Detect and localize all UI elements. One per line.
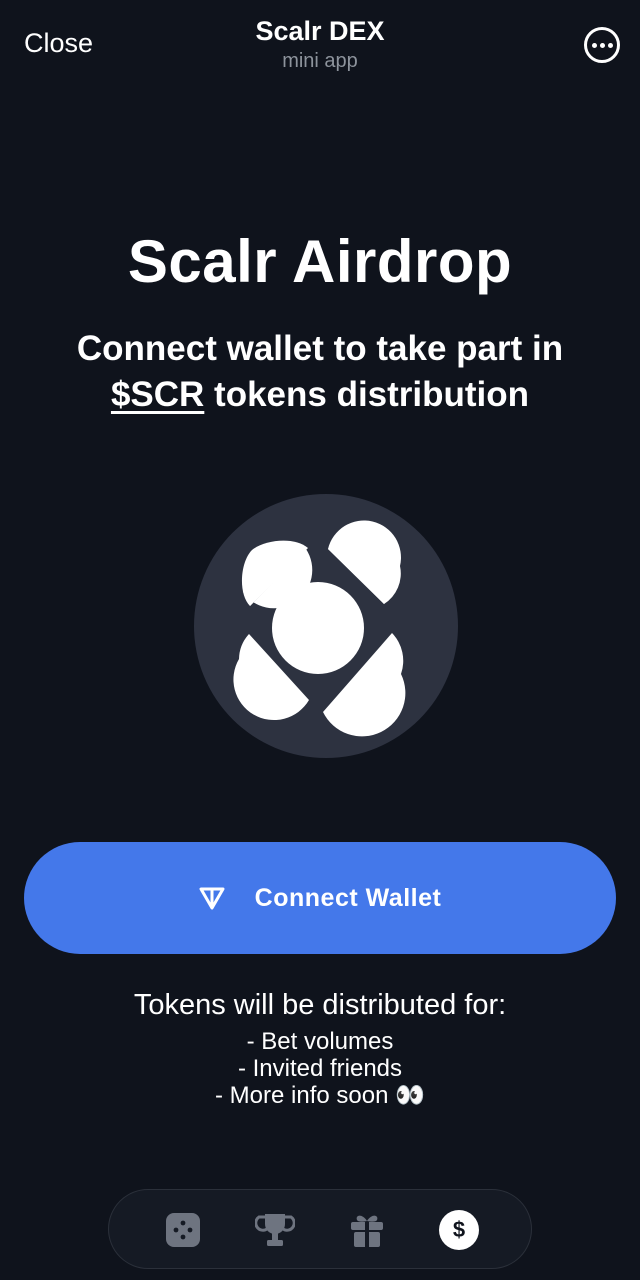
nav-item-rewards[interactable] [347, 1210, 387, 1250]
scalr-logo-icon [233, 520, 406, 737]
connect-wallet-button[interactable]: Connect Wallet [24, 842, 616, 954]
dice-icon [166, 1213, 200, 1247]
page-title: Scalr Airdrop [127, 228, 513, 295]
subtitle-line-1: Connect wallet to take part in [76, 329, 564, 368]
list-item: - Invited friends [237, 1055, 403, 1082]
subtitle-line-2: $SCR tokens distribution [20, 372, 620, 418]
app-subtitle: mini app [282, 50, 358, 72]
distribution-list: - Bet volumes - Invited friends - More i… [0, 1028, 640, 1109]
list-item: - More info soon 👀 [215, 1082, 425, 1109]
trophy-icon [255, 1214, 295, 1246]
scalr-logo [194, 494, 458, 758]
distribution-title: Tokens will be distributed for: [133, 989, 507, 1021]
airdrop-page: Close Scalr DEX mini app Scalr Airdrop C… [0, 0, 640, 1280]
token-ticker-link[interactable]: $SCR [111, 375, 204, 414]
page-subtitle: Connect wallet to take part in $SCR toke… [20, 326, 620, 418]
nav-item-airdrop[interactable]: $ [439, 1210, 479, 1250]
gift-icon [351, 1215, 383, 1247]
app-header: Close Scalr DEX mini app [0, 0, 640, 90]
nav-item-leaderboard[interactable] [255, 1210, 295, 1250]
nav-item-dice[interactable] [163, 1210, 203, 1250]
bottom-nav: $ [108, 1189, 532, 1269]
app-title: Scalr DEX [255, 16, 385, 46]
subtitle-line-2-text: tokens distribution [204, 375, 530, 414]
more-options-icon[interactable] [584, 27, 620, 63]
title-block: Scalr DEX mini app [0, 14, 640, 74]
ton-icon [199, 887, 225, 910]
connect-wallet-label: Connect Wallet [254, 883, 442, 912]
list-item: - Bet volumes [246, 1028, 394, 1055]
dollar-icon: $ [452, 1217, 466, 1242]
